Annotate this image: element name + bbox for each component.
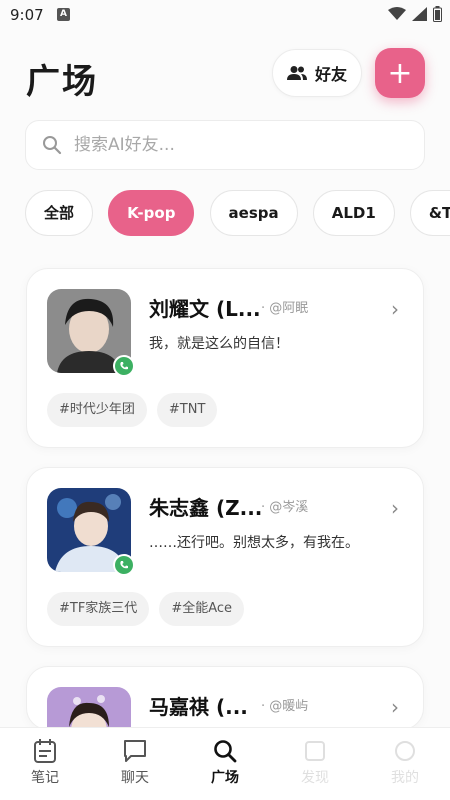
category-chips: 全部 K-pop aespa ALD1 &TEAM xyxy=(25,190,450,238)
avatar-image xyxy=(47,687,131,729)
character-name: 马嘉祺 (... xyxy=(149,695,248,719)
nav-label: 笔记 xyxy=(31,770,59,786)
phone-badge xyxy=(113,554,135,576)
nav-item-chat[interactable]: 聊天 xyxy=(90,728,180,800)
chat-icon xyxy=(124,740,146,762)
avatar xyxy=(47,488,135,576)
creator-handle: · @阿眠 xyxy=(261,301,309,316)
add-button[interactable]: + xyxy=(375,48,425,98)
character-greeting: ……还行吧。别想太多，有我在。 xyxy=(149,535,359,551)
avatar xyxy=(47,289,135,377)
search-icon xyxy=(214,740,237,763)
notes-icon xyxy=(34,739,56,763)
character-card[interactable]: 马嘉祺 (... · @暖屿 › xyxy=(26,666,424,730)
search-input[interactable] xyxy=(74,135,374,155)
nav-label: 发现 xyxy=(301,770,329,786)
character-name: 刘耀文 (L... xyxy=(149,297,261,321)
creator-handle: · @岑溪 xyxy=(261,500,309,515)
chip-kpop[interactable]: K-pop xyxy=(108,190,195,236)
signal-icon xyxy=(412,7,427,21)
nav-item-discover[interactable]: 发现 xyxy=(270,728,360,800)
creator-handle: · @暖屿 xyxy=(261,699,309,714)
nav-item-notes[interactable]: 笔记 xyxy=(0,728,90,800)
chevron-right-icon[interactable]: › xyxy=(391,496,399,520)
status-icons xyxy=(388,6,442,22)
nav-label: 广场 xyxy=(211,770,239,786)
chip-team[interactable]: &TEAM xyxy=(409,190,450,236)
friends-button[interactable]: 好友 xyxy=(272,49,362,97)
tag[interactable]: #全能Ace xyxy=(159,592,245,626)
tag[interactable]: #时代少年团 xyxy=(47,393,147,427)
friends-label: 好友 xyxy=(314,65,347,84)
nav-label: 我的 xyxy=(391,770,419,786)
status-time: 9:07 xyxy=(10,6,44,24)
phone-icon xyxy=(120,362,128,370)
nav-item-square[interactable]: 广场 xyxy=(180,728,270,800)
discover-icon xyxy=(305,741,325,761)
friends-icon xyxy=(286,66,307,80)
page-title: 广场 xyxy=(26,62,98,102)
search-bar[interactable] xyxy=(25,120,425,170)
battery-icon xyxy=(433,6,442,22)
character-card[interactable]: 朱志鑫 (Z... · @岑溪 › ……还行吧。别想太多，有我在。 #TF家族三… xyxy=(26,467,424,647)
wifi-icon xyxy=(388,7,406,20)
tag-list: #TF家族三代 #全能Ace xyxy=(47,592,245,626)
nav-label: 聊天 xyxy=(121,770,149,786)
chevron-right-icon[interactable]: › xyxy=(391,297,399,321)
character-name: 朱志鑫 (Z... xyxy=(149,496,263,520)
tag-list: #时代少年团 #TNT xyxy=(47,393,218,427)
chip-ald1[interactable]: ALD1 xyxy=(312,190,395,236)
phone-icon xyxy=(120,561,128,569)
bottom-navigation: 笔记 聊天 广场 发现 我的 xyxy=(0,727,450,800)
character-card[interactable]: 刘耀文 (L... · @阿眠 › 我，就是这么的自信！ #时代少年团 #TNT xyxy=(26,268,424,448)
tag[interactable]: #TNT xyxy=(156,393,218,427)
phone-badge xyxy=(113,355,135,377)
nav-item-profile[interactable]: 我的 xyxy=(360,728,450,800)
status-bar: 9:07 A xyxy=(0,0,450,30)
chevron-right-icon[interactable]: › xyxy=(391,695,399,719)
chip-all[interactable]: 全部 xyxy=(25,190,94,236)
notification-icon: A xyxy=(57,8,70,21)
tag[interactable]: #TF家族三代 xyxy=(47,592,150,626)
chip-aespa[interactable]: aespa xyxy=(209,190,298,236)
avatar xyxy=(47,687,131,729)
search-icon xyxy=(43,136,62,155)
profile-icon xyxy=(395,741,415,761)
character-greeting: 我，就是这么的自信！ xyxy=(149,336,289,352)
